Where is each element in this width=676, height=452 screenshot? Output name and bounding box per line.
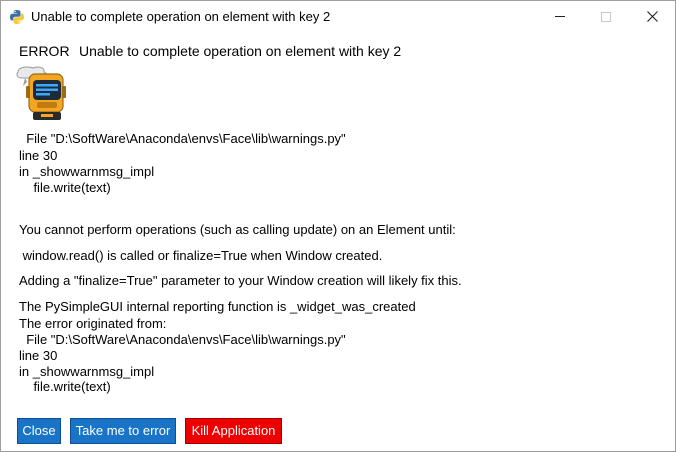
close-button[interactable]: Close (17, 418, 61, 444)
maximize-icon (601, 11, 611, 22)
explanation-text-2: window.read() is called or finalize=True… (19, 248, 383, 263)
error-message: Unable to complete operation on element … (79, 43, 402, 59)
minimize-button[interactable] (537, 1, 583, 32)
explanation-text-5: The error originated from: (19, 316, 167, 331)
explanation-text-4: The PySimpleGUI internal reporting funct… (19, 299, 416, 314)
trace-file-line: File "D:\SoftWare\Anaconda\envs\Face\lib… (19, 332, 346, 347)
trace-function: in _showwarnmsg_impl (19, 364, 155, 379)
minimize-icon (555, 16, 565, 17)
trace-function: in _showwarnmsg_impl (19, 164, 155, 179)
window-title: Unable to complete operation on element … (31, 9, 331, 24)
error-heading: ERROR Unable to complete operation on ele… (19, 43, 401, 59)
dialog-content: ERROR Unable to complete operation on ele… (1, 33, 675, 451)
explanation-text-3: Adding a "finalize=True" parameter to yo… (19, 273, 462, 288)
trace-file-line: File "D:\SoftWare\Anaconda\envs\Face\lib… (19, 131, 346, 146)
trace-line-number: line 30 (19, 148, 58, 163)
trace-code: file.write(text) (19, 180, 111, 195)
trace-line-number: line 30 (19, 348, 58, 363)
robot-icon (16, 66, 66, 120)
error-dialog-window: Unable to complete operation on element … (0, 0, 676, 452)
explanation-text-1: You cannot perform operations (such as c… (19, 222, 456, 237)
close-icon (646, 11, 658, 22)
trace-code: file.write(text) (19, 379, 111, 394)
python-icon (10, 10, 24, 24)
kill-application-button[interactable]: Kill Application (185, 418, 282, 444)
take-me-to-error-button[interactable]: Take me to error (70, 418, 176, 444)
title-bar[interactable]: Unable to complete operation on element … (1, 1, 675, 33)
error-label: ERROR (19, 43, 70, 59)
close-window-button[interactable] (629, 1, 675, 32)
maximize-button[interactable] (583, 1, 629, 32)
